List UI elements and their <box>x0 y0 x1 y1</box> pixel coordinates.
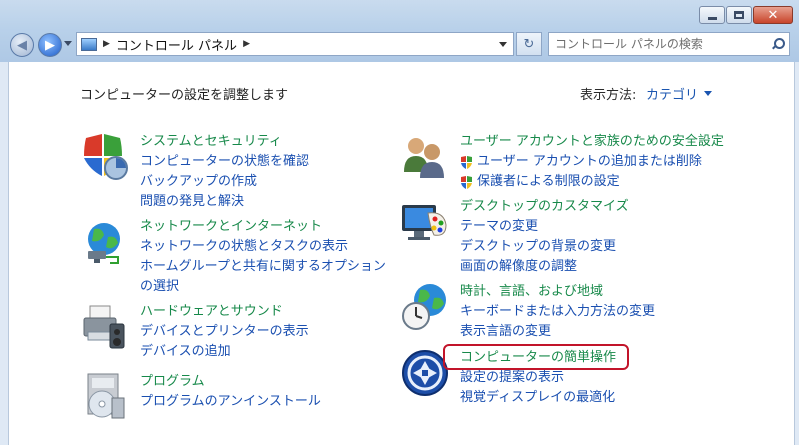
link-view-devices-printers[interactable]: デバイスとプリンターの表示 <box>140 322 400 342</box>
address-bar[interactable]: ▶ コントロール パネル ▶ <box>76 32 514 56</box>
category-title-user-accounts[interactable]: ユーザー アカウントと家族のための安全設定 <box>460 132 724 152</box>
category-title-system-security[interactable]: システムとセキュリティ <box>140 132 400 152</box>
ease-of-access-icon[interactable] <box>400 348 450 398</box>
page-title: コンピューターの設定を調整します <box>80 88 289 103</box>
category-title-hardware-sound[interactable]: ハードウェアとサウンド <box>140 302 400 322</box>
link-find-fix-problems[interactable]: 問題の発見と解決 <box>140 192 400 212</box>
chevron-down-icon <box>704 91 713 96</box>
category-title-desktop-customization[interactable]: デスクトップのカスタマイズ <box>460 197 720 217</box>
monitor-palette-icon[interactable] <box>400 197 450 247</box>
link-check-computer-status[interactable]: コンピューターの状態を確認 <box>140 152 400 172</box>
recent-pages-dropdown-icon[interactable] <box>64 41 72 46</box>
network-globe-icon[interactable] <box>80 217 130 267</box>
link-change-display-language[interactable]: 表示言語の変更 <box>460 322 720 342</box>
uac-shield-icon <box>461 176 472 189</box>
address-dropdown-icon[interactable] <box>499 41 507 47</box>
control-panel-icon <box>81 37 97 51</box>
category-title-programs[interactable]: プログラム <box>140 372 400 392</box>
content-pane: コンピューターの設定を調整します 表示方法: カテゴリ システムとセキュリティ … <box>8 62 795 445</box>
link-add-remove-user-accounts[interactable]: ユーザー アカウントの追加または削除 <box>460 152 720 172</box>
back-arrow-icon[interactable]: ◀ <box>10 33 34 57</box>
window-chrome: ✕ ◀ ▶ ▶ コントロール パネル ▶ ↻ <box>0 0 799 62</box>
category-title-clock-language-region[interactable]: 時計、言語、および地域 <box>460 282 720 302</box>
search-icon[interactable] <box>771 38 785 50</box>
uac-shield-icon <box>461 156 472 169</box>
clock-globe-icon[interactable] <box>400 282 450 332</box>
forward-arrow-icon[interactable]: ▶ <box>38 33 62 57</box>
view-by-value: カテゴリ <box>646 88 699 103</box>
link-change-keyboard-input[interactable]: キーボードまたは入力方法の変更 <box>460 302 720 322</box>
maximize-icon[interactable] <box>726 6 752 24</box>
printer-hardware-icon[interactable] <box>80 302 130 352</box>
close-icon[interactable]: ✕ <box>753 6 793 24</box>
link-change-theme[interactable]: テーマの変更 <box>460 217 720 237</box>
shield-security-icon[interactable] <box>80 132 130 182</box>
view-by-dropdown[interactable]: カテゴリ <box>646 84 713 103</box>
programs-disc-icon[interactable] <box>80 372 130 422</box>
link-parental-controls[interactable]: 保護者による制限の設定 <box>460 172 720 192</box>
users-icon[interactable] <box>400 132 450 182</box>
link-change-desktop-background[interactable]: デスクトップの背景の変更 <box>460 237 720 257</box>
link-optimize-visual-display[interactable]: 視覚ディスプレイの最適化 <box>460 388 720 408</box>
category-title-ease-of-access[interactable]: コンピューターの簡単操作 <box>460 348 720 368</box>
link-adjust-screen-resolution[interactable]: 画面の解像度の調整 <box>460 257 720 277</box>
category-title-network-internet[interactable]: ネットワークとインターネット <box>140 217 400 237</box>
breadcrumb-separator-icon[interactable]: ▶ <box>103 39 110 49</box>
link-network-status-tasks[interactable]: ネットワークの状態とタスクの表示 <box>140 237 400 257</box>
search-input[interactable] <box>555 34 765 54</box>
window-controls: ✕ <box>699 6 793 24</box>
link-homegroup-sharing-options[interactable]: ホームグループと共有に関するオプションの選択 <box>140 257 390 297</box>
breadcrumb-separator-icon[interactable]: ▶ <box>243 39 250 49</box>
link-create-backup[interactable]: バックアップの作成 <box>140 172 400 192</box>
minimize-icon[interactable] <box>699 6 725 24</box>
view-by-label: 表示方法: <box>580 88 637 103</box>
link-uninstall-program[interactable]: プログラムのアンインストール <box>140 392 400 412</box>
link-text: ユーザー アカウントの追加または削除 <box>477 154 702 169</box>
search-box[interactable] <box>548 32 790 56</box>
link-add-device[interactable]: デバイスの追加 <box>140 342 400 362</box>
link-text: 保護者による制限の設定 <box>477 174 620 189</box>
breadcrumb-control-panel[interactable]: コントロール パネル <box>116 35 237 54</box>
link-let-windows-suggest-settings[interactable]: 設定の提案の表示 <box>460 368 720 388</box>
refresh-icon[interactable]: ↻ <box>516 32 542 56</box>
